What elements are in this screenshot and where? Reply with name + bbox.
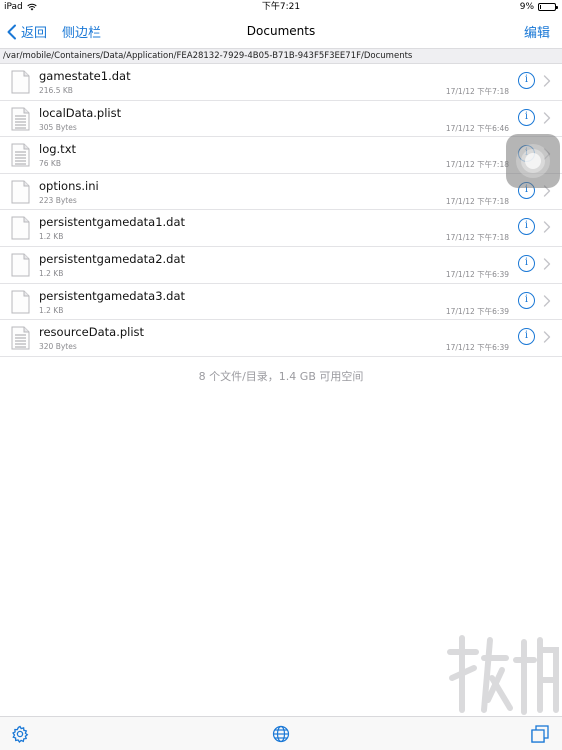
info-icon[interactable]: i <box>518 72 535 89</box>
file-icon <box>11 70 30 94</box>
file-date: 17/1/12 下午7:18 <box>445 87 509 96</box>
edit-button[interactable]: 编辑 <box>524 22 550 41</box>
text-file-icon <box>11 107 30 131</box>
file-name: log.txt <box>39 142 77 157</box>
battery-percent: 9% <box>519 2 534 12</box>
status-right: 9% <box>519 0 558 14</box>
file-row[interactable]: log.txt 76 KB 17/1/12 下午7:18 i <box>0 137 562 174</box>
file-name: persistentgamedata1.dat <box>39 215 186 230</box>
bottom-toolbar <box>0 716 562 750</box>
page-title: Documents <box>246 24 316 38</box>
chevron-right-icon[interactable] <box>543 221 551 234</box>
storage-summary: 8 个文件/目录，1.4 GB 可用空间 <box>198 370 364 383</box>
file-row[interactable]: localData.plist 305 Bytes 17/1/12 下午6:46… <box>0 101 562 138</box>
chevron-right-icon[interactable] <box>543 331 551 343</box>
file-name: options.ini <box>39 178 99 193</box>
file-size: 320 Bytes <box>39 342 77 352</box>
info-icon[interactable]: i <box>518 108 535 126</box>
file-date: 17/1/12 下午6:39 <box>445 269 509 279</box>
file-name: resourceData.plist <box>39 325 145 340</box>
assistive-touch-ring-inner <box>525 153 541 169</box>
status-bar: iPad 下午7:21 9% <box>0 0 562 14</box>
info-icon[interactable]: i <box>518 291 535 309</box>
info-icon[interactable]: i <box>518 328 535 346</box>
file-row[interactable]: persistentgamedata1.dat 1.2 KB 17/1/12 下… <box>0 210 562 247</box>
file-row[interactable]: options.ini 223 Bytes 17/1/12 下午7:18 i <box>0 174 562 211</box>
assistive-touch-button[interactable] <box>506 134 560 188</box>
info-icon[interactable]: i <box>518 254 535 272</box>
file-size: 223 Bytes <box>39 195 77 205</box>
chevron-right-icon[interactable] <box>543 111 551 124</box>
windows-icon[interactable] <box>530 724 550 744</box>
file-name: gamestate1.dat <box>39 69 131 83</box>
file-icon <box>11 290 30 314</box>
file-date: 17/1/12 下午7:18 <box>445 196 509 206</box>
battery-fill <box>540 5 541 9</box>
text-file-icon <box>11 143 30 167</box>
file-date: 17/1/12 下午6:39 <box>445 306 509 316</box>
file-size: 216.5 KB <box>39 86 73 95</box>
file-date: 17/1/12 下午7:18 <box>445 233 509 243</box>
file-row[interactable]: persistentgamedata3.dat 1.2 KB 17/1/12 下… <box>0 284 562 321</box>
chevron-right-icon[interactable] <box>543 258 551 270</box>
battery-icon <box>538 3 558 11</box>
text-file-icon <box>11 326 30 350</box>
chevron-right-icon[interactable] <box>543 75 551 87</box>
watermark-logo-icon <box>447 635 559 715</box>
file-icon <box>11 253 30 277</box>
navigation-bar: 返回 侧边栏 Documents 编辑 <box>0 14 562 48</box>
file-size: 305 Bytes <box>39 122 77 132</box>
gear-icon[interactable] <box>11 725 29 743</box>
file-name: localData.plist <box>39 105 122 120</box>
info-icon[interactable]: i <box>518 218 535 236</box>
file-row[interactable]: gamestate1.dat 216.5 KB 17/1/12 下午7:18 i <box>0 64 562 101</box>
file-icon <box>11 216 30 240</box>
file-row[interactable]: resourceData.plist 320 Bytes 17/1/12 下午6… <box>0 320 562 357</box>
file-date: 17/1/12 下午6:39 <box>445 343 509 353</box>
file-row[interactable]: persistentgamedata2.dat 1.2 KB 17/1/12 下… <box>0 247 562 284</box>
file-date: 17/1/12 下午6:46 <box>445 123 509 133</box>
status-time: 下午7:21 <box>261 2 301 12</box>
file-name: persistentgamedata3.dat <box>39 288 186 303</box>
file-size: 1.2 KB <box>39 305 64 315</box>
file-icon <box>11 180 30 204</box>
path-bar: /var/mobile/Containers/Data/Application/… <box>0 48 562 64</box>
globe-icon[interactable] <box>272 725 290 743</box>
file-name: persistentgamedata2.dat <box>39 251 186 266</box>
file-list: gamestate1.dat 216.5 KB 17/1/12 下午7:18 i… <box>0 64 562 357</box>
file-size: 76 KB <box>39 159 61 169</box>
file-size: 1.2 KB <box>39 268 64 278</box>
file-size: 1.2 KB <box>39 232 64 242</box>
chevron-right-icon[interactable] <box>543 294 551 307</box>
file-date: 17/1/12 下午7:18 <box>445 160 509 170</box>
